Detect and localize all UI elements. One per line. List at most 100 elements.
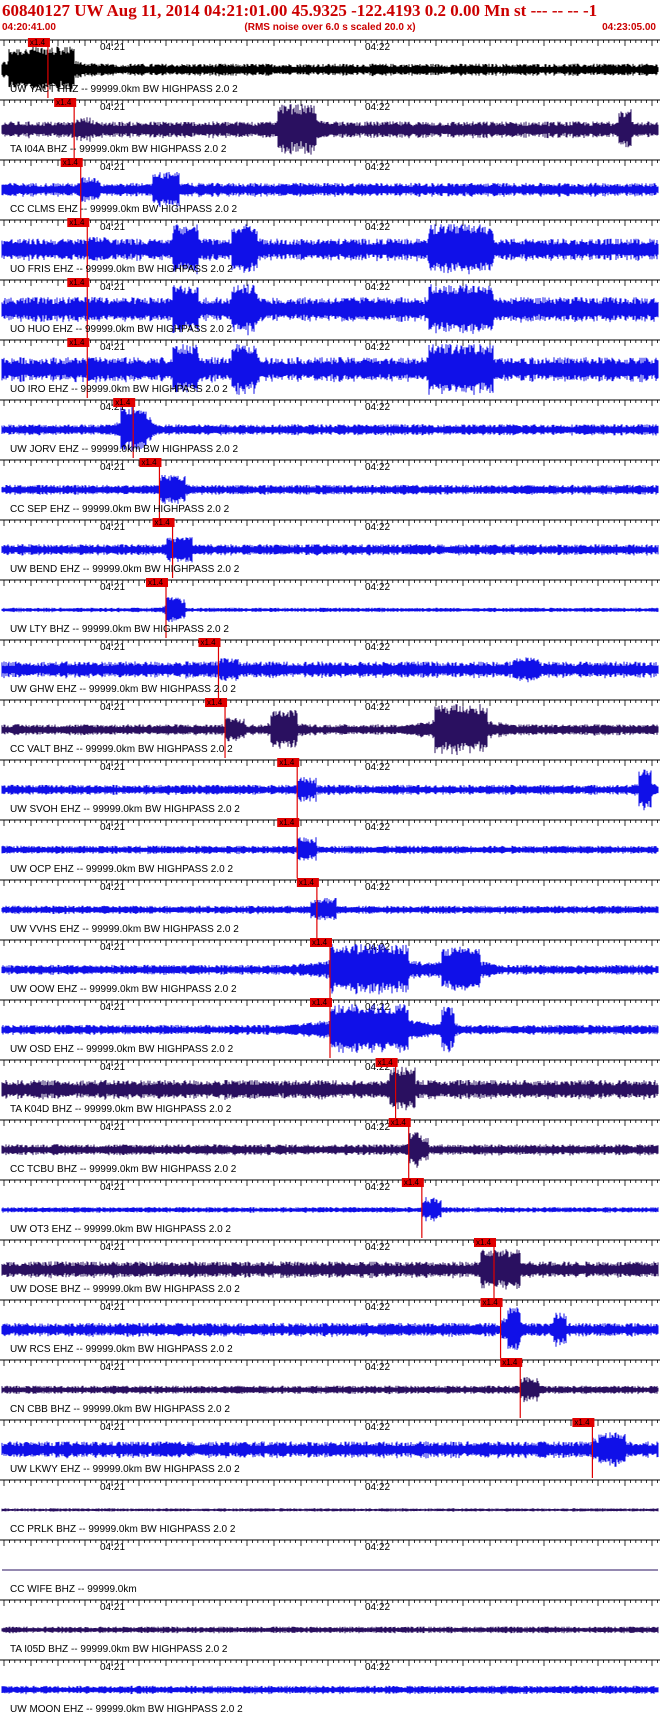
time-mark-label: 04:21 [100, 1062, 125, 1073]
time-mark-label: 04:22 [365, 882, 390, 893]
waveform [1, 1626, 659, 1634]
trace-label: CC CLMS EHZ -- 99999.0km BW HIGHPASS 2.0… [10, 204, 238, 215]
seismogram-panel: 04:21 04:22x1.4UW YACT HHZ -- 99999.0km B… [0, 38, 660, 1715]
pick-label: x1.4 [312, 998, 328, 1007]
time-mark-label: 04:21 [100, 822, 125, 833]
time-mark-label: 04:21 [100, 1002, 125, 1013]
time-mark-label: 04:21 [100, 702, 125, 713]
pick-label: x1.4 [391, 1118, 407, 1127]
pick-label: x1.4 [200, 638, 216, 647]
time-mark-label: 04:21 [100, 1122, 125, 1133]
trace-label: TA I05D BHZ -- 99999.0km BW HIGHPASS 2.0… [10, 1644, 228, 1655]
time-mark-label: 04:21 [100, 942, 125, 953]
time-mark-label: 04:22 [365, 1542, 390, 1553]
pick-label: x1.4 [115, 398, 131, 407]
time-mark-label: 04:21 [100, 1542, 125, 1553]
time-mark-label: 04:21 [100, 762, 125, 773]
time-mark-label: 04:21 [100, 1242, 125, 1253]
trace-label: UW LKWY EHZ -- 99999.0km BW HIGHPASS 2.0… [10, 1464, 240, 1475]
time-mark-label: 04:21 [100, 1422, 125, 1433]
waveform [1, 1685, 659, 1695]
waveform [1, 1432, 659, 1467]
time-mark-label: 04:22 [365, 702, 390, 713]
pick-label: x1.4 [30, 38, 46, 47]
time-mark-label: 04:21 [100, 1482, 125, 1493]
trace-label: UW OT3 EHZ -- 99999.0km BW HIGHPASS 2.0 … [10, 1224, 231, 1235]
pick-label: x1.4 [299, 878, 315, 887]
pick-label: x1.4 [56, 98, 72, 107]
waveform [1, 1132, 659, 1168]
trace-label: UW GHW EHZ -- 99999.0km BW HIGHPASS 2.0 … [10, 684, 236, 695]
time-mark-label: 04:22 [365, 282, 390, 293]
time-mark-label: 04:22 [365, 642, 390, 653]
pick-label: x1.4 [574, 1418, 590, 1427]
time-mark-label: 04:21 [100, 1602, 125, 1613]
waveform [1, 172, 659, 208]
time-mark-label: 04:22 [365, 1602, 390, 1613]
waveform [1, 597, 659, 622]
trace-label: UO IRO EHZ -- 99999.0km BW HIGHPASS 2.0 … [10, 384, 228, 395]
trace-label: UW SVOH EHZ -- 99999.0km BW HIGHPASS 2.0… [10, 804, 240, 815]
pick-label: x1.4 [502, 1358, 518, 1367]
waveform [1, 837, 659, 861]
trace-label: UW RCS EHZ -- 99999.0km BW HIGHPASS 2.0 … [10, 1344, 233, 1355]
pick-label: x1.4 [69, 338, 85, 347]
time-mark-label: 04:21 [100, 462, 125, 473]
pick-label: x1.4 [279, 758, 295, 767]
trace-label: UW YACT HHZ -- 99999.0km BW HIGHPASS 2.0… [10, 84, 238, 95]
pick-label: x1.4 [141, 458, 157, 467]
time-mark-label: 04:22 [365, 162, 390, 173]
waveform [1, 657, 659, 683]
time-mark-label: 04:21 [100, 1182, 125, 1193]
trace-label: CC WIFE BHZ -- 99999.0km [10, 1584, 137, 1595]
pick-label: x1.4 [279, 818, 295, 827]
time-mark-label: 04:22 [365, 1122, 390, 1133]
trace-label: CC TCBU BHZ -- 99999.0km BW HIGHPASS 2.0… [10, 1164, 237, 1175]
time-mark-label: 04:22 [365, 582, 390, 593]
pick-label: x1.4 [404, 1178, 420, 1187]
time-mark-label: 04:22 [365, 1422, 390, 1433]
pick-label: x1.4 [312, 938, 328, 947]
waveform [1, 537, 659, 563]
pick-label: x1.4 [148, 578, 164, 587]
time-mark-label: 04:21 [100, 882, 125, 893]
time-mark-label: 04:22 [365, 762, 390, 773]
time-mark-label: 04:22 [365, 222, 390, 233]
pick-label: x1.4 [378, 1058, 394, 1067]
time-mark-label: 04:21 [100, 582, 125, 593]
trace-label: CC SEP EHZ -- 99999.0km BW HIGHPASS 2.0 … [10, 504, 230, 515]
waveform [1, 1197, 659, 1222]
trace-label: UO FRIS EHZ -- 99999.0km BW HIGHPASS 2.0… [10, 264, 233, 275]
time-mark-label: 04:22 [365, 102, 390, 113]
waveform [1, 897, 659, 921]
time-mark-label: 04:22 [365, 402, 390, 413]
trace-label: UW MOON EHZ -- 99999.0km BW HIGHPASS 2.0… [10, 1704, 243, 1715]
time-mark-label: 04:22 [365, 342, 390, 353]
time-mark-label: 04:22 [365, 1182, 390, 1193]
time-mark-label: 04:21 [100, 1362, 125, 1373]
time-mark-label: 04:21 [100, 342, 125, 353]
trace-label: UW DOSE BHZ -- 99999.0km BW HIGHPASS 2.0… [10, 1284, 240, 1295]
trace-label: CC VALT BHZ -- 99999.0km BW HIGHPASS 2.0… [10, 744, 233, 755]
pick-label: x1.4 [476, 1238, 492, 1247]
time-mark-label: 04:21 [100, 42, 125, 53]
pick-label: x1.4 [63, 158, 79, 167]
waveform [1, 475, 659, 504]
time-mark-label: 04:21 [100, 1302, 125, 1313]
time-mark-label: 04:22 [365, 522, 390, 533]
time-mark-label: 04:21 [100, 522, 125, 533]
time-mark-label: 04:22 [365, 1242, 390, 1253]
trace-label: UW LTY BHZ -- 99999.0km BW HIGHPASS 2.0 … [10, 624, 229, 635]
trace-label: UO HUO EHZ -- 99999.0km BW HIGHPASS 2.0 … [10, 324, 233, 335]
pick-label: x1.4 [69, 278, 85, 287]
time-mark-label: 04:21 [100, 1662, 125, 1673]
time-mark-label: 04:22 [365, 42, 390, 53]
pick-label: x1.4 [483, 1298, 499, 1307]
time-mark-label: 04:22 [365, 1362, 390, 1373]
time-mark-label: 04:22 [365, 1302, 390, 1313]
pick-label: x1.4 [155, 518, 171, 527]
trace-label: UW OOW EHZ -- 99999.0km BW HIGHPASS 2.0 … [10, 984, 237, 995]
trace-label: UW BEND EHZ -- 99999.0km BW HIGHPASS 2.0… [10, 564, 240, 575]
time-mark-label: 04:22 [365, 462, 390, 473]
trace-label: TA K04D BHZ -- 99999.0km BW HIGHPASS 2.0… [10, 1104, 232, 1115]
